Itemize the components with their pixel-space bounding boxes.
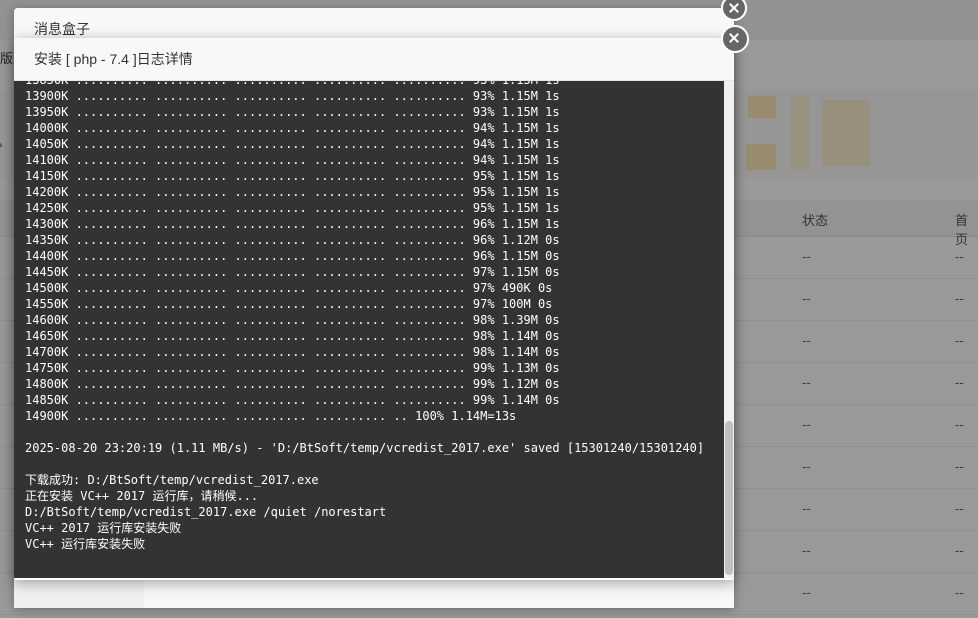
install-log-dialog: 安装 [ php - 7.4 ]日志详情 13850K .......... .… (14, 38, 734, 580)
install-log-title: 安装 [ php - 7.4 ]日志详情 (14, 38, 734, 81)
log-line: VC++ 2017 运行库安装失败 (25, 521, 182, 535)
log-line: D:/BtSoft/temp/vcredist_2017.exe /quiet … (25, 505, 387, 519)
log-line: 14600K .......... .......... .......... … (25, 313, 560, 327)
log-line: 14500K .......... .......... .......... … (25, 281, 553, 295)
log-line: 14300K .......... .......... .......... … (25, 217, 560, 231)
log-line: 14100K .......... .......... .......... … (25, 153, 560, 167)
log-line: 13850K .......... .......... .......... … (25, 81, 724, 88)
log-line: 14650K .......... .......... .......... … (25, 329, 560, 343)
close-icon[interactable] (721, 25, 749, 53)
log-line: 2025-08-20 23:20:19 (1.11 MB/s) - 'D:/Bt… (25, 441, 705, 455)
log-line: 14050K .......... .......... .......... … (25, 137, 560, 151)
log-line: 14750K .......... .......... .......... … (25, 361, 560, 375)
log-scrollbar-thumb[interactable] (725, 421, 733, 575)
log-line: VC++ 运行库安装失败 (25, 537, 146, 551)
log-line: 13950K .......... .......... .......... … (25, 105, 560, 119)
log-line: 14550K .......... .......... .......... … (25, 297, 553, 311)
log-line: 14200K .......... .......... .......... … (25, 185, 560, 199)
log-line: 14450K .......... .......... .......... … (25, 265, 560, 279)
log-line: 14400K .......... .......... .......... … (25, 249, 560, 263)
log-line: 14250K .......... .......... .......... … (25, 201, 560, 215)
log-line: 14800K .......... .......... .......... … (25, 377, 560, 391)
log-line: 13900K .......... .......... .......... … (25, 89, 560, 103)
log-line: 14350K .......... .......... .......... … (25, 233, 560, 247)
log-line: 14900K .......... .......... .......... … (25, 409, 517, 423)
log-line: 14850K .......... .......... .......... … (25, 393, 560, 407)
log-line: 14150K .......... .......... .......... … (25, 169, 560, 183)
log-line: 14700K .......... .......... .......... … (25, 345, 560, 359)
log-line: 下载成功: D:/BtSoft/temp/vcredist_2017.exe (25, 473, 319, 487)
log-content: 13850K .......... .......... .......... … (25, 81, 724, 552)
log-scrollbar[interactable] (724, 81, 734, 578)
log-console[interactable]: 13850K .......... .......... .......... … (14, 81, 724, 578)
log-line: 14000K .......... .......... .......... … (25, 121, 560, 135)
log-line: 正在安装 VC++ 2017 运行库，请稍候... (25, 489, 259, 503)
